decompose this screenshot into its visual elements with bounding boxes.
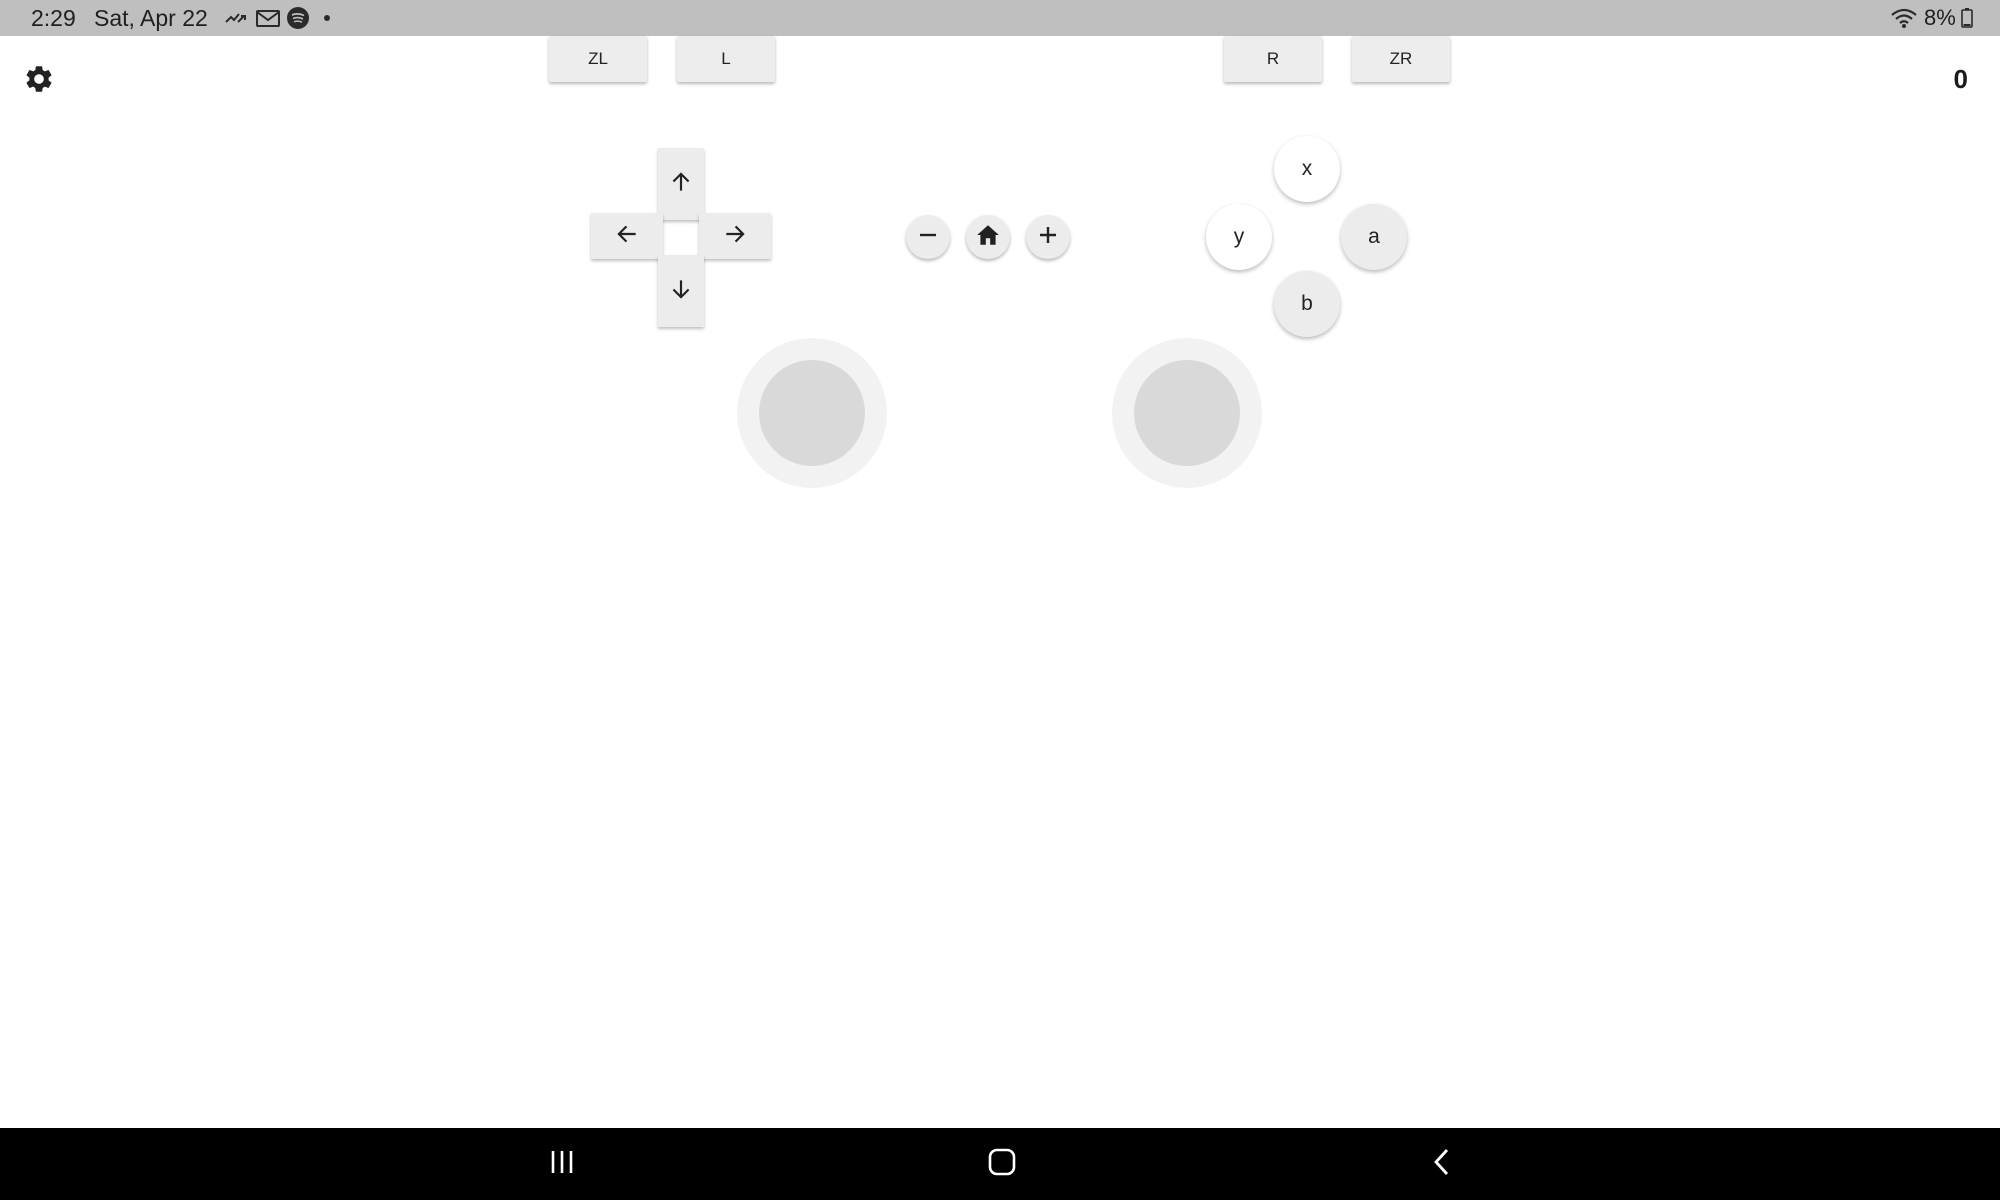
gmail-icon [255,6,281,30]
home-button[interactable] [966,215,1010,259]
plus-button[interactable] [1026,215,1070,259]
wifi-icon [1890,6,1918,30]
home-icon [987,1147,1017,1182]
r-button[interactable]: R [1224,36,1322,82]
dpad-down-button[interactable] [658,255,704,327]
status-bar: 2:29 Sat, Apr 22 8% [0,0,2000,36]
navigation-bar [0,1128,2000,1200]
status-date: Sat, Apr 22 [94,5,208,31]
y-button[interactable]: y [1206,204,1272,270]
l-button[interactable]: L [677,36,775,82]
gear-icon [23,63,55,100]
back-button[interactable] [1413,1140,1473,1188]
arrow-up-icon [668,169,694,200]
dpad-up-button[interactable] [658,148,704,220]
x-button[interactable]: x [1274,136,1340,202]
plus-icon [1037,224,1059,251]
missed-call-icon [224,6,250,30]
right-joystick-knob[interactable] [1134,360,1240,466]
home-icon [975,222,1001,253]
more-dot-icon [320,6,334,30]
counter-value: 0 [1953,64,1968,94]
zr-button[interactable]: ZR [1352,36,1450,82]
arrow-down-icon [668,276,694,307]
arrow-left-icon [614,221,640,252]
left-joystick-knob[interactable] [759,360,865,466]
right-joystick[interactable] [1112,338,1262,488]
arrow-right-icon [722,221,748,252]
spotify-icon [286,6,310,30]
dpad-left-button[interactable] [591,213,663,259]
battery-icon [1960,6,1974,30]
settings-button[interactable] [20,62,58,100]
nav-home-button[interactable] [972,1140,1032,1188]
dpad-right-button[interactable] [699,213,771,259]
recents-icon [547,1148,577,1181]
a-button[interactable]: a [1341,204,1407,270]
minus-icon [917,224,939,251]
back-icon [1428,1147,1458,1182]
left-joystick[interactable] [737,338,887,488]
minus-button[interactable] [906,215,950,259]
b-button[interactable]: b [1274,271,1340,337]
battery-percentage: 8% [1924,5,1956,30]
recents-button[interactable] [532,1140,592,1188]
zl-button[interactable]: ZL [549,36,647,82]
status-time: 2:29 [31,5,76,31]
